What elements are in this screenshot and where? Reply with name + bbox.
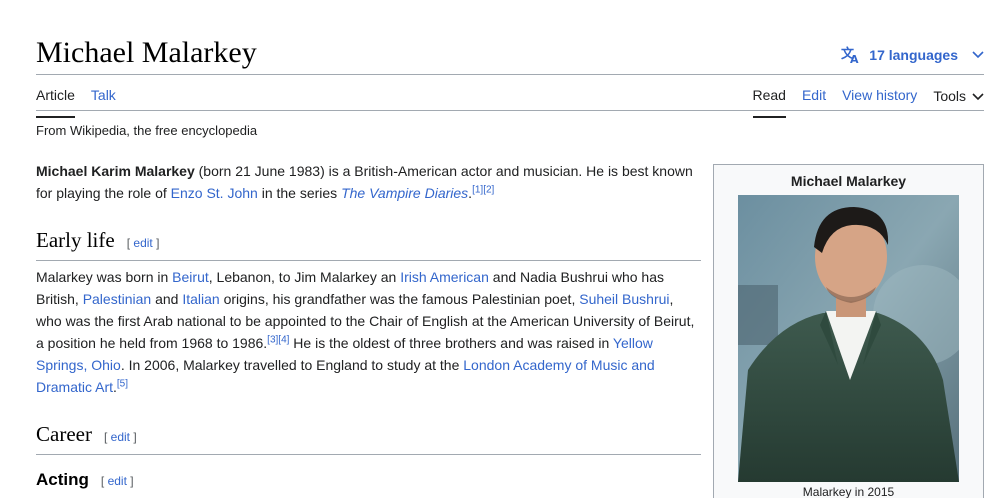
tab-talk[interactable]: Talk — [91, 87, 116, 118]
edit-section-acting[interactable]: [ edit ] — [101, 470, 134, 492]
edit-section-early-life[interactable]: [ edit ] — [127, 232, 160, 254]
heading-career: Career — [36, 422, 92, 446]
early-life-paragraph: Malarkey was born in Beirut, Lebanon, to… — [36, 269, 695, 395]
chevron-down-icon — [972, 88, 984, 104]
tools-label: Tools — [933, 88, 966, 104]
translate-icon: 文 A — [841, 46, 861, 64]
chevron-down-icon — [972, 51, 984, 59]
infobox: Michael Malarkey Malarkey in 2015 — [713, 164, 984, 498]
site-tagline: From Wikipedia, the free encyclopedia — [36, 123, 258, 138]
section-heading-early-life: Early life [ edit ] — [36, 229, 701, 261]
article-body: Michael Karim Malarkey (born 21 June 198… — [36, 160, 701, 492]
reference-link-4[interactable]: [4] — [278, 334, 289, 345]
link-enzo-st-john[interactable]: Enzo St. John — [171, 185, 258, 201]
reference-link-5[interactable]: [5] — [117, 378, 128, 389]
portrait-photo[interactable] — [738, 195, 959, 482]
reference-link-3[interactable]: [3] — [267, 334, 278, 345]
link-suheil-bushrui[interactable]: Suheil Bushrui — [579, 291, 669, 307]
heading-early-life: Early life — [36, 228, 115, 252]
intro-paragraph: Michael Karim Malarkey (born 21 June 198… — [36, 163, 693, 201]
section-heading-career: Career [ edit ] — [36, 423, 701, 455]
language-selector-button[interactable]: 文 A 17 languages — [841, 46, 984, 64]
reference-link-2[interactable]: [2] — [483, 184, 494, 195]
svg-text:A: A — [850, 53, 859, 64]
view-tabs: Read Edit View history Tools — [752, 87, 985, 118]
page-title: Michael Malarkey — [36, 36, 257, 69]
tabs-divider — [36, 110, 984, 111]
link-the-vampire-diaries[interactable]: The Vampire Diaries — [341, 185, 468, 201]
tab-edit[interactable]: Edit — [802, 87, 826, 118]
tab-view-history[interactable]: View history — [842, 87, 917, 118]
section-heading-acting: Acting [ edit ] — [36, 469, 701, 492]
link-irish-american[interactable]: Irish American — [400, 269, 489, 285]
title-divider — [36, 74, 984, 75]
link-palestinian[interactable]: Palestinian — [83, 291, 152, 307]
tab-article[interactable]: Article — [36, 87, 75, 118]
infobox-caption: Malarkey in 2015 — [802, 485, 895, 498]
tools-menu-button[interactable]: Tools — [933, 87, 984, 118]
edit-section-career[interactable]: [ edit ] — [104, 426, 137, 448]
link-beirut[interactable]: Beirut — [172, 269, 209, 285]
namespace-tabs: Article Talk — [36, 87, 116, 118]
languages-label: 17 languages — [869, 47, 958, 63]
reference-link-1[interactable]: [1] — [472, 184, 483, 195]
subject-name: Michael Karim Malarkey — [36, 163, 195, 179]
link-italian[interactable]: Italian — [182, 291, 219, 307]
heading-acting: Acting — [36, 470, 89, 489]
infobox-title: Michael Malarkey — [790, 173, 907, 189]
tab-read[interactable]: Read — [752, 87, 786, 118]
